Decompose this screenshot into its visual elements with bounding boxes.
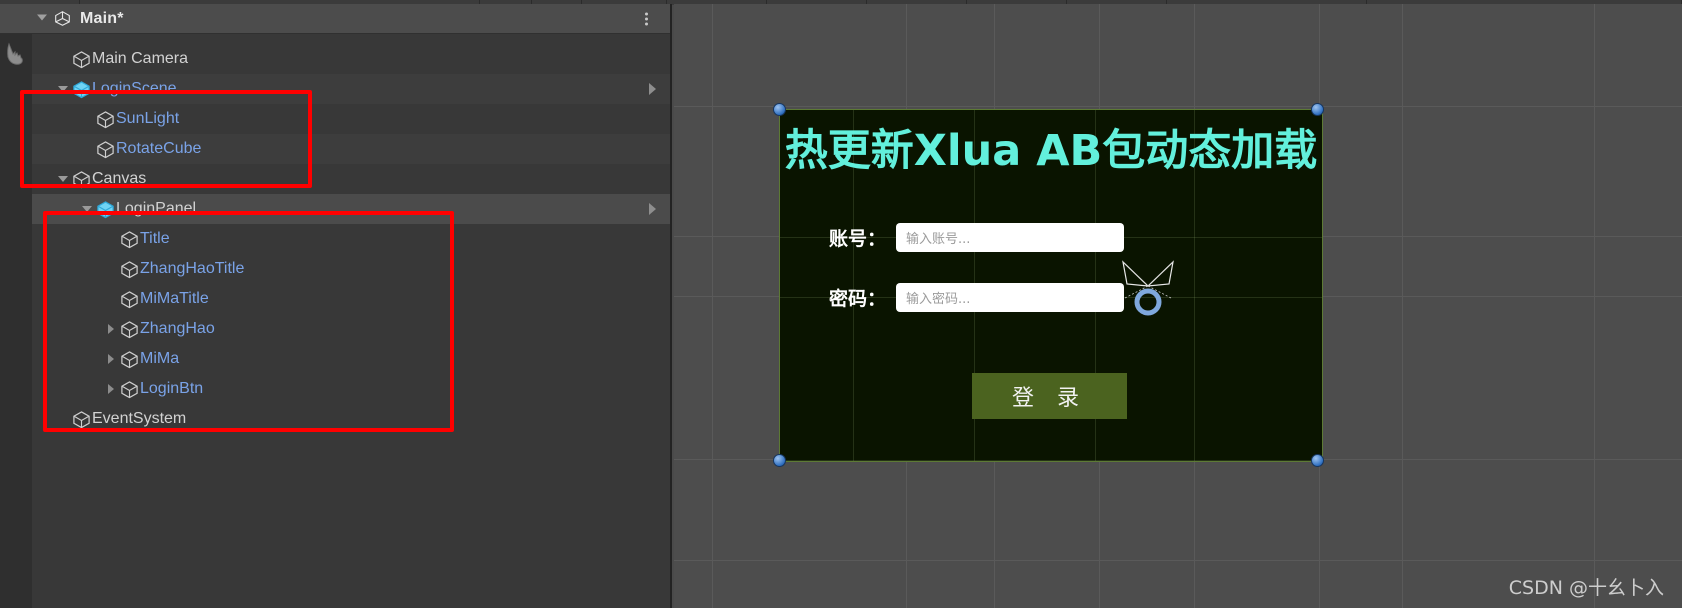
account-placeholder: 输入账号... — [906, 232, 971, 247]
hierarchy-item-label: LoginBtn — [140, 380, 204, 397]
hierarchy-row-title[interactable]: Title — [32, 224, 670, 254]
account-label: 账号： — [828, 228, 886, 250]
hierarchy-item-label: Main Camera — [92, 50, 189, 67]
hierarchy-header: Main* — [0, 4, 670, 34]
login-button[interactable]: 登 录 — [972, 373, 1127, 419]
no-toggle — [104, 254, 118, 284]
gameobject-cube-icon — [70, 170, 92, 189]
no-toggle — [80, 134, 94, 164]
hierarchy-row-loginscene[interactable]: LoginScene — [32, 74, 670, 104]
account-field-row: 账号： 输入账号... — [806, 223, 1124, 252]
selection-handle-bottom-left[interactable] — [773, 454, 786, 467]
directional-light-gizmo — [1113, 250, 1183, 320]
gameobject-cube-icon — [118, 290, 140, 309]
foldout-closed-icon[interactable] — [104, 344, 118, 374]
no-toggle — [104, 284, 118, 314]
no-toggle — [80, 104, 94, 134]
login-button-label: 登 录 — [1012, 386, 1087, 411]
selection-handle-top-right[interactable] — [1311, 103, 1324, 116]
foldout-closed-icon[interactable] — [104, 314, 118, 344]
prefab-open-chevron-icon[interactable] — [649, 83, 656, 95]
foldout-open-icon[interactable] — [56, 74, 70, 104]
hierarchy-item-label: MiMa — [140, 350, 180, 367]
hierarchy-item-label: SunLight — [116, 110, 180, 127]
selection-handle-bottom-right[interactable] — [1311, 454, 1324, 467]
hierarchy-row-mimatitle[interactable]: MiMaTitle — [32, 284, 670, 314]
foldout-closed-icon[interactable] — [104, 374, 118, 404]
gameobject-cube-icon — [118, 320, 140, 339]
gameobject-cube-icon — [118, 230, 140, 249]
no-toggle — [56, 404, 70, 434]
gameobject-cube-icon — [118, 260, 140, 279]
password-field-row: 密码： 输入密码... — [806, 283, 1124, 312]
hierarchy-left-gutter — [0, 34, 32, 608]
scene-foldout-triangle[interactable] — [36, 10, 48, 28]
gameobject-cube-icon — [70, 410, 92, 429]
hierarchy-row-canvas[interactable]: Canvas — [32, 164, 670, 194]
hierarchy-item-label: EventSystem — [92, 410, 187, 427]
foldout-open-icon[interactable] — [56, 164, 70, 194]
hierarchy-item-label: RotateCube — [116, 140, 202, 157]
selection-handle-top-left[interactable] — [773, 103, 786, 116]
hierarchy-item-label: MiMaTitle — [140, 290, 209, 307]
panel-title: 热更新Xlua AB包动态加载 — [784, 126, 1318, 176]
password-label: 密码： — [828, 288, 886, 310]
gameobject-cube-icon — [94, 110, 116, 129]
password-placeholder: 输入密码... — [906, 292, 971, 307]
hierarchy-row-zhanghao[interactable]: ZhangHao — [32, 314, 670, 344]
hierarchy-item-label: ZhangHao — [140, 320, 215, 337]
no-toggle — [104, 224, 118, 254]
hierarchy-row-eventsystem[interactable]: EventSystem — [32, 404, 670, 434]
no-toggle — [56, 44, 70, 74]
scene-view[interactable]: 热更新Xlua AB包动态加载 账号： 输入账号... 密码： 输入密码... … — [674, 4, 1682, 608]
foldout-open-icon[interactable] — [80, 194, 94, 224]
hierarchy-row-zhanghaotitle[interactable]: ZhangHaoTitle — [32, 254, 670, 284]
gameobject-cube-icon — [118, 350, 140, 369]
prefab-cube-icon — [94, 200, 116, 219]
hierarchy-item-label: LoginPanel — [116, 200, 197, 217]
login-panel-preview[interactable]: 热更新Xlua AB包动态加载 账号： 输入账号... 密码： 输入密码... … — [779, 109, 1323, 462]
watermark-text: CSDN @十幺卜入 — [1508, 577, 1664, 599]
account-input[interactable]: 输入账号... — [896, 223, 1124, 252]
prefab-open-chevron-icon[interactable] — [649, 203, 656, 215]
gameobject-cube-icon — [94, 140, 116, 159]
hierarchy-row-loginbtn[interactable]: LoginBtn — [32, 374, 670, 404]
unity-editor-window: Main* Main Camera LoginScene SunLight Rotat… — [0, 0, 1682, 608]
prefab-cube-icon — [70, 80, 92, 99]
kebab-menu-icon[interactable] — [641, 9, 652, 28]
hierarchy-row-sunlight[interactable]: SunLight — [32, 104, 670, 134]
hierarchy-panel: Main* Main Camera LoginScene SunLight Rotat… — [0, 4, 672, 608]
hierarchy-tree: Main Camera LoginScene SunLight RotateCube C… — [0, 34, 670, 608]
gameobject-cube-icon — [70, 50, 92, 69]
hierarchy-item-label: LoginScene — [92, 80, 177, 97]
hierarchy-row-mima[interactable]: MiMa — [32, 344, 670, 374]
scene-title: Main* — [80, 9, 124, 27]
gameobject-cube-icon — [118, 380, 140, 399]
hierarchy-item-label: Canvas — [92, 170, 147, 187]
hierarchy-row-main-camera[interactable]: Main Camera — [32, 44, 670, 74]
hierarchy-row-rotatecube[interactable]: RotateCube — [32, 134, 670, 164]
hierarchy-row-loginpanel[interactable]: LoginPanel — [32, 194, 670, 224]
hierarchy-item-label: ZhangHaoTitle — [140, 260, 245, 277]
hand-cursor-icon — [4, 40, 30, 75]
password-input[interactable]: 输入密码... — [896, 283, 1124, 312]
unity-scene-icon — [54, 10, 71, 27]
hierarchy-item-label: Title — [140, 230, 170, 247]
